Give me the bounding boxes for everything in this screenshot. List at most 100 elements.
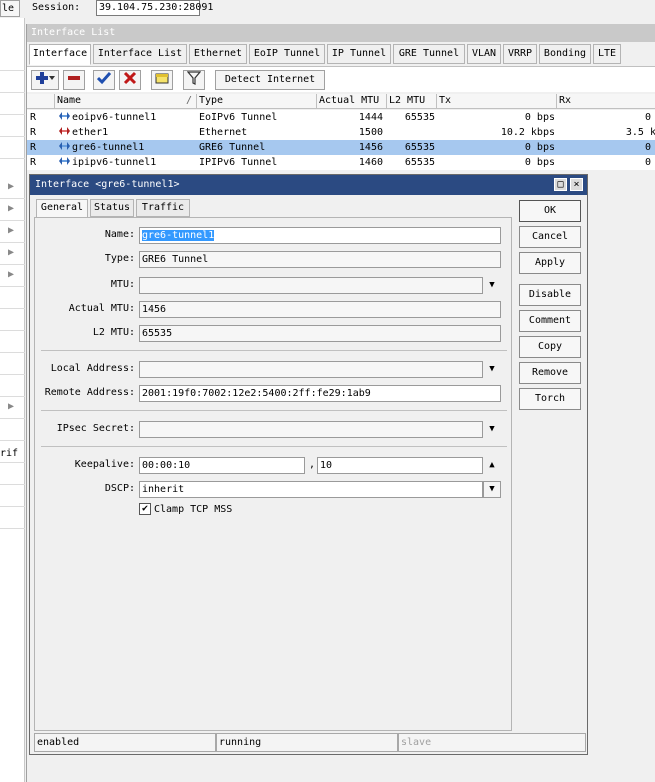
submenu-arrow-icon[interactable]: ▶ — [8, 269, 14, 280]
tab-ethernet[interactable]: Ethernet — [189, 44, 247, 64]
column-header-type[interactable]: Type — [197, 94, 317, 109]
status-enabled: enabled — [34, 733, 216, 752]
name-input[interactable]: gre6-tunnel1 — [139, 227, 501, 244]
top-bar: le Session: 39.104.75.230:28091 — [0, 0, 655, 18]
keepalive-retries-input[interactable]: 10 — [317, 457, 483, 474]
copy-button[interactable]: Copy — [519, 336, 581, 358]
dropdown-arrow-icon[interactable]: ▼ — [483, 481, 501, 498]
row-name: ipipv6-tunnel1 — [59, 155, 156, 170]
local-address-input[interactable] — [139, 361, 483, 378]
column-header-l2-mtu[interactable]: L2 MTU — [387, 94, 437, 109]
row-l2-mtu — [387, 125, 435, 140]
tab-traffic[interactable]: Traffic — [136, 199, 190, 217]
dropdown-arrow-icon[interactable]: ▼ — [487, 361, 497, 377]
row-actual-mtu: 1460 — [358, 157, 383, 168]
row-tx: 0 bps — [524, 157, 555, 168]
truncated-button[interactable]: le — [0, 0, 20, 17]
actual-mtu-label: Actual MTU: — [68, 303, 135, 314]
disable-button[interactable]: Disable — [519, 284, 581, 306]
dropdown-arrow-icon[interactable]: ▼ — [487, 421, 497, 437]
enable-button[interactable] — [93, 70, 115, 90]
tab-general[interactable]: General — [36, 199, 88, 218]
tab-ip-tunnel[interactable]: IP Tunnel — [327, 44, 391, 64]
filter-button[interactable] — [183, 70, 205, 90]
l2-mtu-label: L2 MTU: — [92, 327, 135, 338]
tab-interface-list[interactable]: Interface List — [93, 44, 187, 64]
add-button[interactable] — [31, 70, 59, 90]
torch-button[interactable]: Torch — [519, 388, 581, 410]
row-flag: R — [30, 157, 37, 168]
row-type: Ethernet — [199, 127, 248, 138]
up-arrow-icon[interactable]: ▲ — [487, 457, 497, 473]
ipsec-secret-label: IPsec Secret: — [56, 423, 135, 434]
row-name: eoipv6-tunnel1 — [59, 110, 156, 125]
actual-mtu-field: 1456 — [139, 301, 501, 318]
row-type: GRE6 Tunnel — [199, 142, 266, 153]
remote-address-input[interactable]: 2001:19f0:7002:12e2:5400:2ff:fe29:1ab9 — [139, 385, 501, 402]
remote-address-label: Remote Address: — [44, 387, 135, 398]
detect-internet-button[interactable]: Detect Internet — [215, 70, 325, 90]
column-header-flags[interactable] — [27, 94, 55, 109]
close-icon[interactable]: × — [570, 178, 583, 191]
session-label: Session: — [32, 2, 81, 13]
column-header-actual-mtu[interactable]: Actual MTU — [317, 94, 387, 109]
submenu-arrow-icon[interactable]: ▶ — [8, 401, 14, 412]
status-bar: enabled running slave — [34, 733, 586, 752]
tab-interface[interactable]: Interface — [29, 44, 91, 65]
tab-status[interactable]: Status — [90, 199, 134, 217]
row-type: IPIPv6 Tunnel — [199, 157, 278, 168]
dscp-select[interactable]: inherit — [139, 481, 483, 498]
tab-bonding[interactable]: Bonding — [539, 44, 591, 64]
maximize-icon[interactable]: □ — [554, 178, 567, 191]
cancel-button[interactable]: Cancel — [519, 226, 581, 248]
comment-button[interactable]: Comment — [519, 310, 581, 332]
row-l2-mtu: 65535 — [404, 157, 435, 168]
row-actual-mtu: 1456 — [358, 142, 383, 153]
remove-button[interactable]: Remove — [519, 362, 581, 384]
table-row[interactable]: R ipipv6-tunnel1 IPIPv6 Tunnel 1460 6553… — [27, 155, 655, 170]
submenu-arrow-icon[interactable]: ▶ — [8, 203, 14, 214]
row-actual-mtu: 1500 — [358, 127, 383, 138]
submenu-arrow-icon[interactable]: ▶ — [8, 181, 14, 192]
row-type: EoIPv6 Tunnel — [199, 112, 278, 123]
tab-bar: Interface Interface List Ethernet EoIP T… — [27, 44, 655, 65]
local-address-label: Local Address: — [50, 363, 135, 374]
submenu-arrow-icon[interactable]: ▶ — [8, 225, 14, 236]
mtu-input[interactable] — [139, 277, 483, 294]
clamp-tcp-mss-label: Clamp TCP MSS — [154, 504, 233, 515]
divider — [41, 410, 507, 411]
column-header-rx[interactable]: Rx — [557, 94, 655, 109]
submenu-arrow-icon[interactable]: ▶ — [8, 247, 14, 258]
l2-mtu-field: 65535 — [139, 325, 501, 342]
checkbox-icon[interactable]: ✔ — [139, 503, 151, 515]
tab-gre-tunnel[interactable]: GRE Tunnel — [393, 44, 465, 64]
tab-eoip-tunnel[interactable]: EoIP Tunnel — [249, 44, 325, 64]
toolbar: Detect Internet — [27, 66, 655, 92]
plus-icon — [36, 72, 55, 84]
keepalive-separator: , — [309, 459, 316, 470]
tab-vrrp[interactable]: VRRP — [503, 44, 537, 64]
comment-button[interactable] — [151, 70, 173, 90]
ok-button[interactable]: OK — [519, 200, 581, 222]
row-tx: 0 bps — [524, 142, 555, 153]
table-row-selected[interactable]: R gre6-tunnel1 GRE6 Tunnel 1456 65535 0 … — [27, 140, 655, 155]
table-row[interactable]: R eoipv6-tunnel1 EoIPv6 Tunnel 1444 6553… — [27, 110, 655, 125]
apply-button[interactable]: Apply — [519, 252, 581, 274]
table-row[interactable]: R ether1 Ethernet 1500 10.2 kbps 3.5 k — [27, 125, 655, 140]
row-actual-mtu: 1444 — [358, 112, 383, 123]
column-header-tx[interactable]: Tx — [437, 94, 557, 109]
keepalive-label: Keepalive: — [74, 459, 135, 470]
disable-button[interactable] — [119, 70, 141, 90]
ipsec-secret-input[interactable] — [139, 421, 483, 438]
truncated-menu-text: rif — [0, 448, 19, 459]
dialog-title[interactable]: Interface <gre6-tunnel1> — [30, 175, 587, 195]
check-icon — [96, 72, 112, 85]
keepalive-interval-input[interactable]: 00:00:10 — [139, 457, 305, 474]
column-header-name[interactable]: Name / — [55, 94, 197, 109]
tab-vlan[interactable]: VLAN — [467, 44, 501, 64]
session-field[interactable]: 39.104.75.230:28091 — [96, 0, 213, 16]
remove-button[interactable] — [63, 70, 85, 90]
tab-lte[interactable]: LTE — [593, 44, 621, 64]
dropdown-arrow-icon[interactable]: ▼ — [487, 277, 497, 293]
note-icon — [155, 73, 169, 84]
